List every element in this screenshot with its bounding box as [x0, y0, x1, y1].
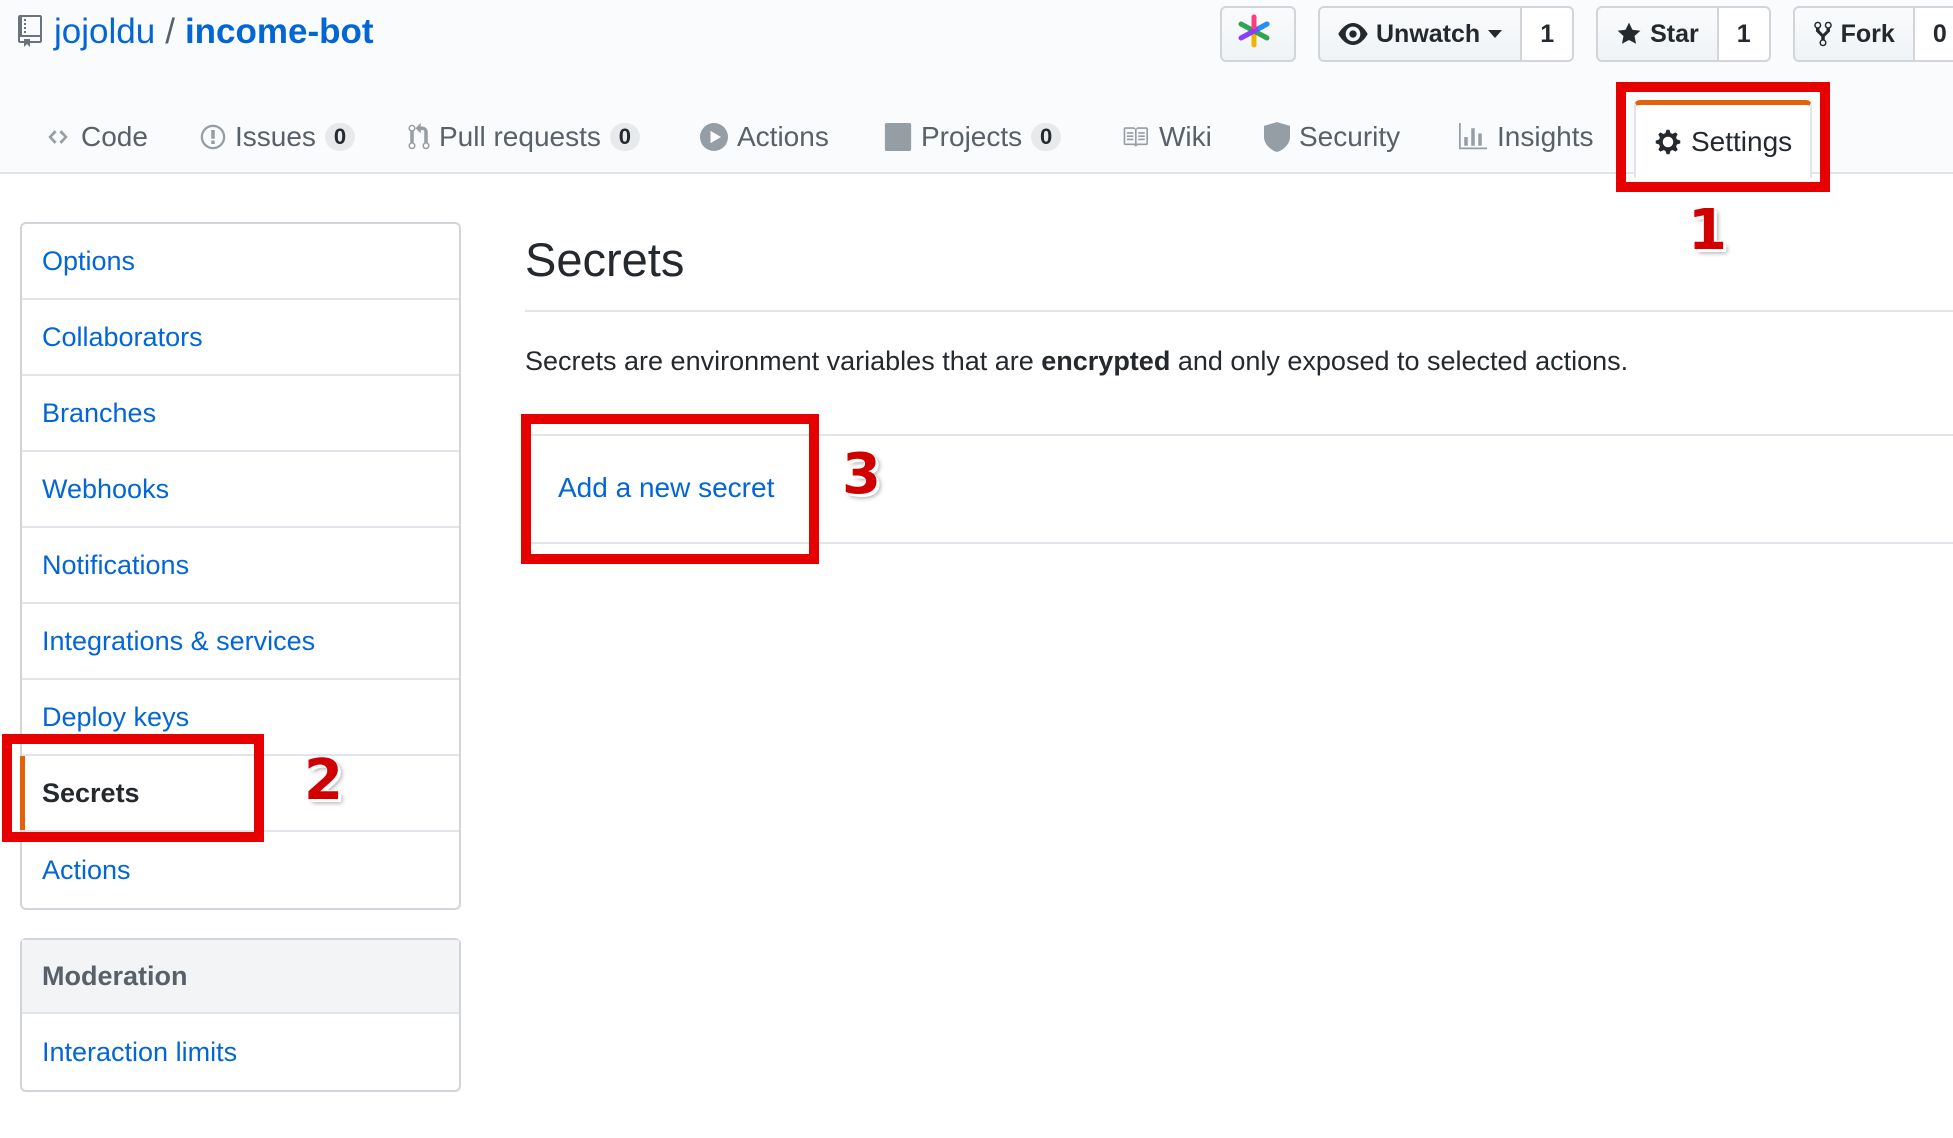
annotation-box-settings: [1616, 82, 1830, 192]
sidebar-item-collaborators[interactable]: Collaborators: [22, 300, 459, 376]
tab-issues[interactable]: Issues 0: [200, 100, 355, 174]
repo-owner-link[interactable]: jojoldu: [54, 12, 155, 52]
tab-security-label: Security: [1299, 121, 1401, 152]
tab-insights[interactable]: Insights: [1458, 100, 1594, 174]
moderation-heading: Moderation: [22, 940, 459, 1014]
tab-projects-label: Projects: [921, 121, 1023, 152]
tab-actions[interactable]: Actions: [700, 100, 829, 174]
sidebar-item-branches[interactable]: Branches: [22, 376, 459, 452]
tab-wiki[interactable]: Wiki: [1120, 100, 1212, 174]
tab-code[interactable]: Code: [44, 100, 148, 174]
pull-requests-counter: 0: [609, 123, 640, 151]
star-button[interactable]: Star: [1596, 6, 1719, 62]
fork-label: Fork: [1840, 19, 1895, 48]
unwatch-button[interactable]: Unwatch: [1318, 6, 1523, 62]
book-icon: [1120, 124, 1150, 150]
eye-icon: [1338, 23, 1368, 45]
annotation-number-1: 1: [1688, 198, 1727, 263]
unwatch-label: Unwatch: [1376, 19, 1481, 48]
description-text-start: Secrets are environment variables that a…: [525, 346, 1042, 376]
projects-counter: 0: [1031, 123, 1062, 151]
repo-forked-icon: [1813, 21, 1832, 47]
sidebar-item-webhooks[interactable]: Webhooks: [22, 452, 459, 528]
project-icon: [884, 123, 912, 151]
stargazers-count-link[interactable]: 1: [1718, 6, 1771, 62]
tab-pull-requests[interactable]: Pull requests 0: [408, 100, 640, 174]
watchers-count-link[interactable]: 1: [1522, 6, 1575, 62]
tab-pull-requests-label: Pull requests: [439, 121, 601, 152]
tab-code-label: Code: [81, 121, 148, 152]
tab-insights-label: Insights: [1497, 121, 1594, 152]
git-pull-request-icon: [408, 123, 430, 151]
code-icon: [44, 126, 72, 148]
play-icon: [700, 123, 728, 151]
tab-actions-label: Actions: [737, 121, 829, 152]
watch-button-group: Unwatch 1: [1318, 6, 1575, 62]
fork-button-group: Fork 0: [1792, 6, 1953, 62]
page: jojoldu / income-bot Unwatch 1 Star 1 Fo…: [0, 0, 1953, 1138]
app-extension-button[interactable]: [1220, 6, 1296, 62]
annotation-number-2: 2: [304, 748, 343, 813]
star-label: Star: [1650, 19, 1699, 48]
star-button-group: Star 1: [1596, 6, 1771, 62]
annotation-number-3: 3: [842, 442, 881, 507]
sidebar-item-notifications[interactable]: Notifications: [22, 528, 459, 604]
asterisk-app-icon: [1236, 13, 1280, 56]
sidebar-item-actions[interactable]: Actions: [22, 832, 459, 908]
repo-icon: [18, 15, 44, 49]
annotation-box-add-secret: [521, 414, 819, 564]
annotation-box-secrets: [2, 734, 264, 842]
issues-counter: 0: [324, 123, 355, 151]
pagehead-actions: Unwatch 1 Star 1 Fork 0: [1220, 6, 1953, 62]
tab-issues-label: Issues: [235, 121, 316, 152]
tab-wiki-label: Wiki: [1159, 121, 1212, 152]
graph-icon: [1458, 123, 1488, 151]
shield-icon: [1264, 122, 1290, 152]
tab-security[interactable]: Security: [1264, 100, 1400, 174]
star-icon: [1617, 22, 1641, 44]
sidebar-item-integrations-services[interactable]: Integrations & services: [22, 604, 459, 680]
repo-path-separator: /: [165, 12, 175, 51]
fork-button[interactable]: Fork: [1792, 6, 1915, 62]
issue-opened-icon: [200, 123, 226, 151]
description-text-bold: encrypted: [1041, 346, 1171, 376]
moderation-sidebar: Moderation Interaction limits: [20, 938, 461, 1092]
repo-name-link[interactable]: income-bot: [185, 12, 374, 52]
sidebar-item-options[interactable]: Options: [22, 224, 459, 300]
secrets-subhead: Secrets: [525, 222, 1953, 312]
sidebar-item-interaction-limits[interactable]: Interaction limits: [22, 1014, 459, 1090]
repo-title: jojoldu / income-bot: [18, 8, 374, 56]
tab-projects[interactable]: Projects 0: [884, 100, 1062, 174]
forks-count-link[interactable]: 0: [1914, 6, 1953, 62]
page-title: Secrets: [525, 233, 685, 286]
description-text-end: and only exposed to selected actions.: [1170, 346, 1629, 376]
caret-down-icon: [1488, 30, 1503, 38]
secrets-description: Secrets are environment variables that a…: [525, 346, 1628, 377]
